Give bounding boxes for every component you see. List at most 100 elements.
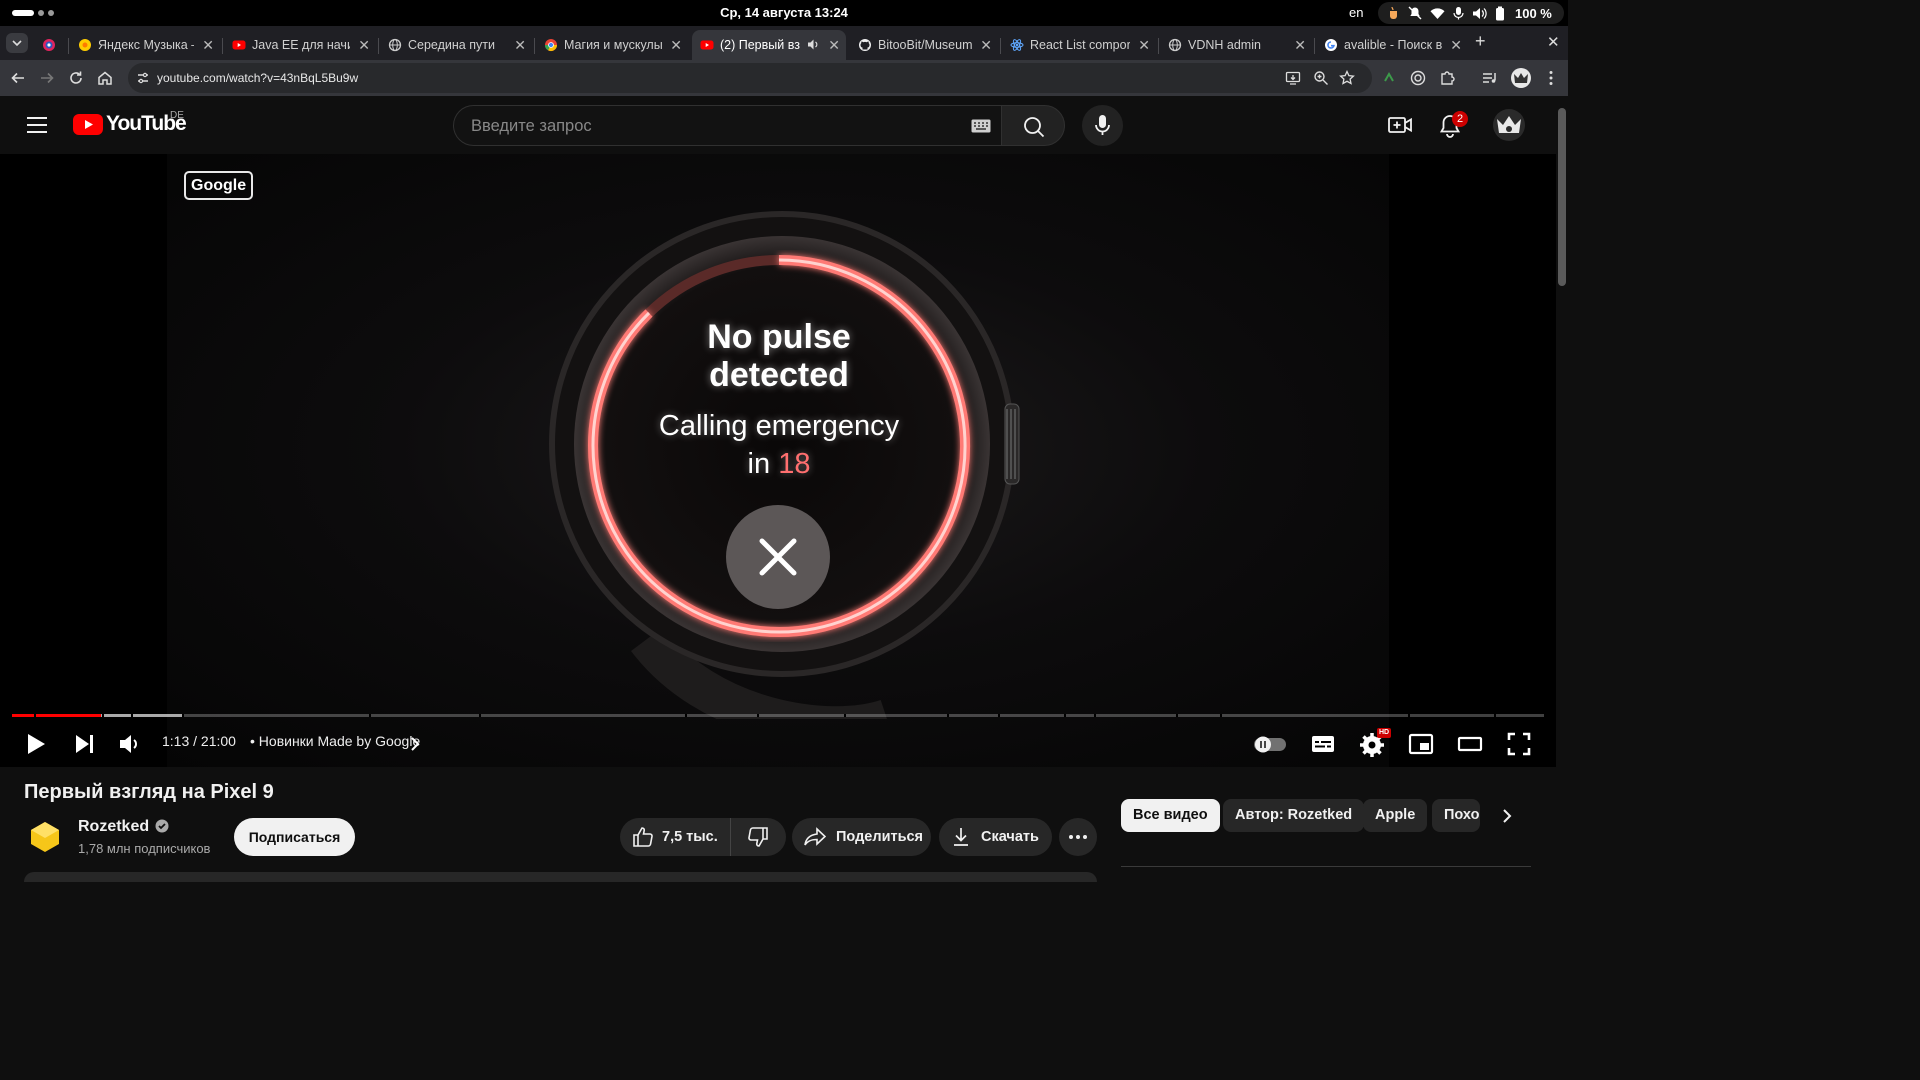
chip-similar[interactable]: Похо [1432,799,1480,832]
tab-close-button[interactable]: ✕ [828,37,840,54]
download-button[interactable]: Скачать [939,818,1052,856]
chip-author[interactable]: Автор: Rozetked [1223,799,1365,832]
close-window-button[interactable]: ✕ [1547,33,1560,51]
tab-close-button[interactable]: ✕ [1138,37,1150,54]
extension-target-icon[interactable] [1409,69,1427,87]
bookmark-star-icon[interactable] [1339,70,1355,86]
search-input[interactable]: Введите запрос [453,105,1001,146]
like-dislike-group: 7,5 тыс. [620,818,786,856]
more-actions-button[interactable] [1059,818,1097,856]
tab-audio-icon[interactable] [807,38,820,51]
url-text[interactable]: youtube.com/watch?v=43nBqL5Bu9w [157,71,358,85]
tab-pinned[interactable] [34,30,66,60]
tab-search-button[interactable] [6,33,28,53]
voice-search-button[interactable] [1082,105,1123,146]
divider [1121,866,1531,867]
tab-close-button[interactable]: ✕ [1294,37,1306,54]
keyboard-icon[interactable] [971,119,991,133]
time-display: 1:13 / 21:00 [162,733,236,749]
tab-github-museum[interactable]: BitooBit/Museum ✕ [850,30,998,60]
tab-vdnh-admin[interactable]: VDNH admin ✕ [1160,30,1312,60]
back-icon[interactable] [9,69,27,87]
opera-gx-icon [43,39,55,51]
chevron-right-icon[interactable] [410,736,420,752]
tab-close-button[interactable]: ✕ [358,37,370,54]
chevron-down-icon [12,40,22,47]
next-video-icon[interactable] [72,731,98,757]
install-app-icon[interactable] [1285,70,1301,86]
tab-react-list[interactable]: React List compor ✕ [1002,30,1156,60]
forward-icon[interactable] [38,69,56,87]
play-icon[interactable] [22,731,48,757]
subtitles-icon[interactable] [1310,731,1336,757]
new-tab-button[interactable]: + [1475,31,1486,52]
dislike-button[interactable] [731,818,785,856]
system-clock[interactable]: Ср, 14 августа 13:24 [0,5,1568,20]
site-info-icon[interactable] [136,71,150,85]
guide-menu-icon[interactable] [26,115,48,135]
tab-magiya-i-muskuly[interactable]: Магия и мускулы ✕ [536,30,688,60]
tab-close-button[interactable]: ✕ [514,37,526,54]
browser-tab-strip: Яндекс Музыка – ✕ Java EE для начин ✕ Се… [0,26,1568,60]
chips-next-chevron-icon[interactable] [1500,808,1514,824]
progress-bar[interactable] [12,714,1544,717]
like-button[interactable]: 7,5 тыс. [620,818,731,856]
tab-close-button[interactable]: ✕ [202,37,214,54]
share-button[interactable]: Поделиться [792,818,931,856]
theater-mode-icon[interactable] [1457,731,1483,757]
cancel-emergency-button[interactable] [726,505,830,609]
video-player[interactable]: Google No pulse detected Calling emergen… [0,154,1556,767]
google-watermark: Google [184,171,254,200]
extensions-puzzle-icon[interactable] [1438,69,1456,87]
tab-close-button[interactable]: ✕ [1450,37,1462,54]
microphone-icon [1095,115,1110,135]
create-video-icon[interactable] [1388,114,1412,136]
mic-indicator-icon [1453,7,1464,20]
video-title: Первый взгляд на Pixel 9 [24,781,274,803]
account-avatar[interactable] [1492,108,1526,142]
tab-close-button[interactable]: ✕ [670,37,682,54]
region-code: DE [170,110,184,121]
subscribe-button[interactable]: Подписаться [234,818,355,856]
autoplay-toggle[interactable] [1252,731,1288,757]
tab-yandex-music[interactable]: Яндекс Музыка – ✕ [70,30,220,60]
chapter-title[interactable]: • Новинки Made by Google [250,733,420,749]
tab-java-ee[interactable]: Java EE для начин ✕ [224,30,376,60]
watch-alert-line3: Calling emergency [658,410,900,442]
fullscreen-icon[interactable] [1506,731,1532,757]
scrollbar-thumb[interactable] [1558,108,1566,286]
channel-avatar[interactable] [28,820,62,854]
system-tray[interactable]: 100 % [1378,2,1564,24]
media-controls-icon[interactable] [1481,69,1499,87]
home-icon[interactable] [96,69,114,87]
channel-name[interactable]: Rozetked [78,818,169,836]
chip-all-videos[interactable]: Все видео [1121,799,1220,832]
volume-icon [1473,7,1487,19]
search-placeholder: Введите запрос [471,117,592,135]
hd-badge: HD [1377,728,1392,738]
youtube-icon [700,40,714,50]
chip-apple[interactable]: Apple [1363,799,1428,832]
watch-alert-subtext: Calling emergency in 18 [629,407,929,483]
chrome-like-icon [545,39,557,52]
address-bar[interactable]: youtube.com/watch?v=43nBqL5Bu9w [128,63,1372,93]
tab-youtube-pixel-9[interactable]: (2) Первый взгл ✕ [692,30,846,60]
tab-google-search[interactable]: avalible - Поиск в ✕ [1316,30,1468,60]
reload-icon[interactable] [67,69,85,87]
watch-alert-line2: detected [709,356,849,394]
page-scrollbar[interactable] [1556,96,1568,882]
search-button[interactable] [1001,105,1065,146]
description-box[interactable] [24,872,1097,882]
volume-icon[interactable] [117,731,143,757]
tab-seredina-puti[interactable]: Середина пути ✕ [380,30,532,60]
extension-green-icon[interactable] [1380,69,1398,87]
keyboard-layout[interactable]: en [1349,5,1363,20]
youtube-logo[interactable]: YouTube [73,112,187,136]
watch-alert-heading: No pulse detected [629,318,929,394]
zoom-icon[interactable] [1313,70,1329,86]
google-icon [1325,39,1337,51]
profile-avatar-icon[interactable] [1510,67,1532,89]
tab-close-button[interactable]: ✕ [980,37,992,54]
miniplayer-icon[interactable] [1408,731,1434,757]
browser-menu-icon[interactable] [1542,69,1560,87]
